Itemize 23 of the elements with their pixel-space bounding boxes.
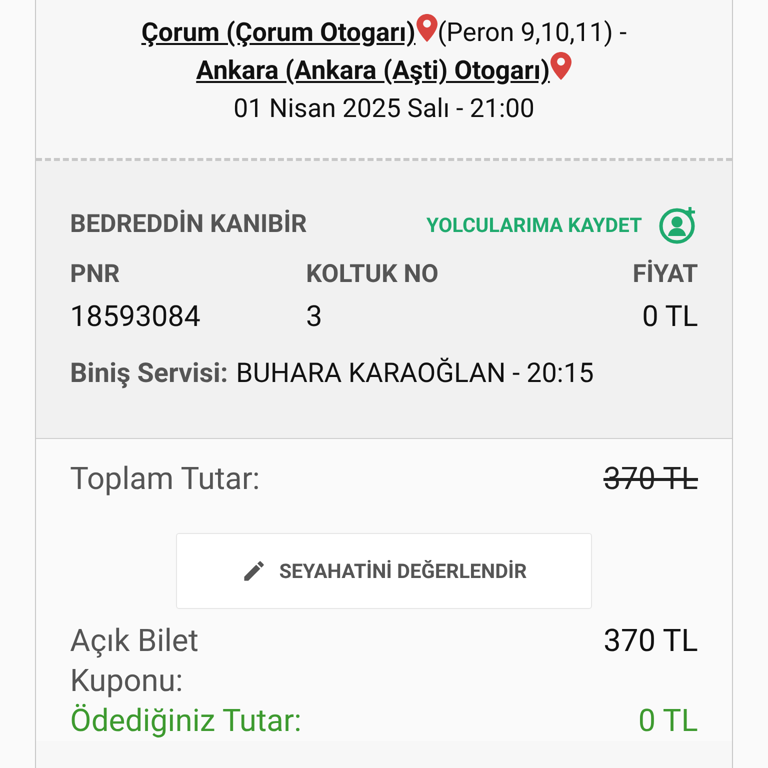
platform-text: (Peron 9,10,11) -	[438, 17, 627, 50]
amount-label: Ödediğiniz Tutar:	[70, 700, 302, 740]
amount-label: Toplam Tutar:	[70, 458, 260, 498]
amount-value: 370 TL	[603, 458, 698, 498]
origin-link[interactable]: Çorum (Çorum Otogarı)	[141, 14, 416, 52]
destination-link[interactable]: Ankara (Ankara (Aşti) Otogarı)	[196, 52, 550, 90]
boarding-value: BUHARA KARAOĞLAN - 20:15	[236, 356, 594, 391]
field-value: 18593084	[70, 299, 202, 336]
field-value: 0 TL	[642, 299, 698, 336]
amount-label: Açık Bilet Kuponu:	[70, 620, 200, 700]
add-user-icon[interactable]	[658, 205, 698, 245]
amount-value: 370 TL	[603, 620, 698, 660]
field-label: FİYAT	[632, 258, 698, 291]
boarding-label: Biniş Servisi:	[70, 356, 228, 391]
location-pin-icon[interactable]	[416, 14, 438, 42]
location-pin-icon[interactable]	[550, 52, 572, 80]
field-label: PNR	[70, 259, 121, 291]
amount-value: 0 TL	[638, 700, 698, 740]
field-label: KOLTUK NO	[306, 259, 440, 291]
rate-trip-button[interactable]: SEYAHATİNİ DEĞERLENDİR	[176, 532, 592, 608]
field-value: 3	[306, 299, 324, 336]
passenger-name: BEDREDDİN KANIBİR	[70, 208, 307, 242]
departure-datetime: 01 Nisan 2025 Salı - 21:00	[234, 93, 534, 126]
